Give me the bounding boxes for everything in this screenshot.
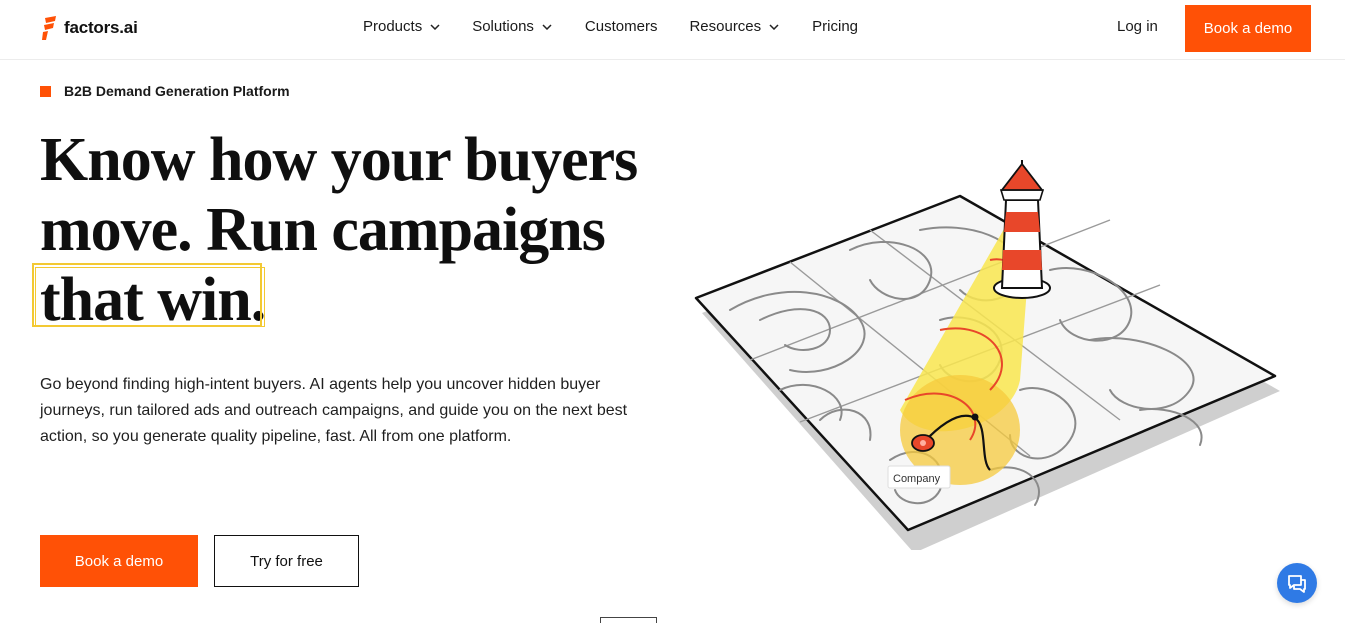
highlight-box: that win.	[32, 263, 266, 335]
nav-item-solutions[interactable]: Solutions	[472, 18, 552, 35]
headline-highlight-line: that win.	[32, 263, 637, 335]
nav-item-label: Resources	[689, 18, 762, 35]
chat-bubbles-icon	[1288, 575, 1306, 593]
eyebrow-square-icon	[40, 85, 51, 97]
nav-item-label: Customers	[584, 18, 658, 35]
book-demo-button[interactable]: Book a demo	[1185, 5, 1311, 52]
top-navigation: factors.ai Products Solutions Customers …	[0, 0, 1345, 60]
hero-illustration: Company	[694, 160, 1280, 550]
try-free-button[interactable]: Try for free	[214, 535, 359, 587]
book-demo-cta-button[interactable]: Book a demo	[40, 535, 198, 587]
chevron-down-icon	[542, 23, 552, 30]
nav-item-pricing[interactable]: Pricing	[812, 18, 858, 35]
nav-item-products[interactable]: Products	[363, 18, 440, 35]
map-label: Company	[893, 473, 941, 485]
headline-line: Know how your buyers	[40, 126, 638, 194]
eyebrow-text: B2B Demand Generation Platform	[64, 83, 290, 99]
chat-launcher-button[interactable]	[1277, 563, 1317, 603]
brand-name: factors.ai	[64, 18, 138, 37]
brand-logo[interactable]: factors.ai	[42, 16, 138, 40]
headline-line: move. Run campaigns	[40, 196, 606, 264]
factors-logo-icon	[42, 16, 56, 40]
chevron-down-icon	[769, 23, 779, 30]
scroll-indicator[interactable]	[600, 617, 657, 623]
nav-item-label: Products	[363, 18, 423, 35]
eyebrow: B2B Demand Generation Platform	[40, 83, 290, 99]
highlight-frame-inner	[35, 267, 265, 327]
chevron-down-icon	[430, 23, 440, 30]
nav-item-label: Solutions	[472, 18, 534, 35]
nav-item-label: Pricing	[812, 18, 859, 35]
main-menu: Products Solutions Customers Resources P…	[363, 18, 858, 35]
nav-item-resources[interactable]: Resources	[689, 18, 779, 35]
hero-headline: Know how your buyers move. Run campaigns…	[32, 125, 638, 335]
login-link[interactable]: Log in	[1117, 18, 1158, 35]
nav-item-customers[interactable]: Customers	[585, 18, 658, 35]
hero-description: Go beyond finding high-intent buyers. AI…	[40, 376, 628, 445]
